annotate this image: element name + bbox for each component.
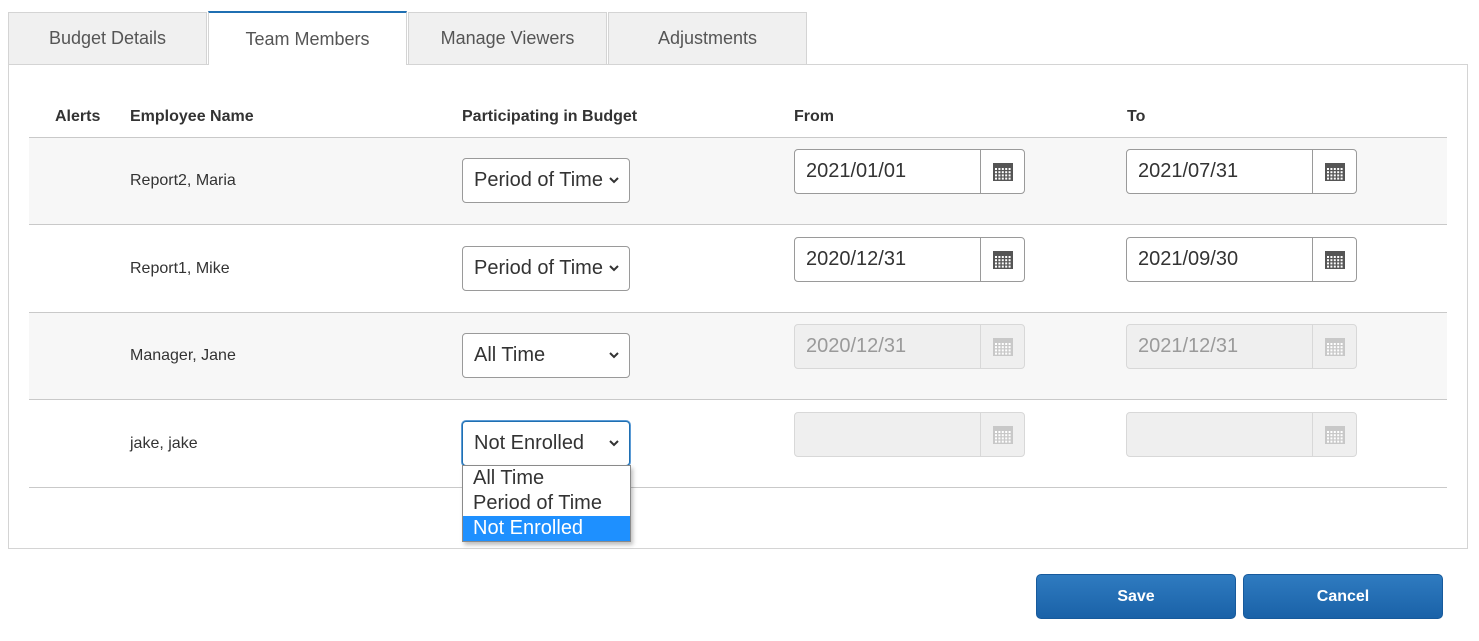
from-date-value: 2020/12/31 xyxy=(806,335,907,357)
from-date-value: 2021/01/01 xyxy=(806,160,907,182)
cancel-button[interactable]: Cancel xyxy=(1243,574,1443,619)
participation-dropdown-list: All Time Period of Time Not Enrolled xyxy=(462,465,631,542)
participation-value: Period of Time xyxy=(474,257,603,279)
tab-adjustments[interactable]: Adjustments xyxy=(608,12,807,64)
chevron-down-icon xyxy=(608,159,620,219)
calendar-icon[interactable] xyxy=(980,150,1024,193)
chevron-down-icon xyxy=(608,247,620,307)
header-employee-name: Employee Name xyxy=(130,108,254,125)
employee-name: Report2, Maria xyxy=(130,172,236,189)
tab-team-members[interactable]: Team Members xyxy=(208,11,407,65)
calendar-icon xyxy=(1312,325,1356,368)
employee-name: Report1, Mike xyxy=(130,260,230,277)
to-date-field[interactable]: 2021/09/30 xyxy=(1126,237,1357,282)
chevron-down-icon xyxy=(608,334,620,394)
to-date-field[interactable]: 2021/07/31 xyxy=(1126,149,1357,194)
employee-name: Manager, Jane xyxy=(130,347,236,364)
from-date-field xyxy=(794,412,1025,457)
participation-value: Not Enrolled xyxy=(474,432,585,454)
header-participating: Participating in Budget xyxy=(462,108,638,125)
option-not-enrolled[interactable]: Not Enrolled xyxy=(463,516,630,541)
to-date-field xyxy=(1126,412,1357,457)
participation-select[interactable]: All Time xyxy=(462,333,630,378)
header-from: From xyxy=(794,108,834,125)
from-date-field: 2020/12/31 xyxy=(794,324,1025,369)
to-date-field: 2021/12/31 xyxy=(1126,324,1357,369)
tab-budget-details[interactable]: Budget Details xyxy=(8,12,207,64)
from-date-value: 2020/12/31 xyxy=(806,248,907,270)
to-date-value: 2021/07/31 xyxy=(1138,160,1239,182)
from-date-field[interactable]: 2021/01/01 xyxy=(794,149,1025,194)
calendar-icon xyxy=(980,413,1024,456)
participation-value: All Time xyxy=(474,344,546,366)
participation-select[interactable]: Period of Time xyxy=(462,158,630,203)
participation-value: Period of Time xyxy=(474,169,603,191)
tab-manage-viewers[interactable]: Manage Viewers xyxy=(408,12,607,64)
calendar-icon xyxy=(1312,413,1356,456)
option-period-of-time[interactable]: Period of Time xyxy=(463,491,630,516)
participation-select[interactable]: Not Enrolled xyxy=(462,421,630,466)
calendar-icon[interactable] xyxy=(1312,150,1356,193)
header-to: To xyxy=(1127,108,1146,125)
from-date-field[interactable]: 2020/12/31 xyxy=(794,237,1025,282)
participation-select[interactable]: Period of Time xyxy=(462,246,630,291)
save-button[interactable]: Save xyxy=(1036,574,1236,619)
header-alerts: Alerts xyxy=(55,108,101,125)
employee-name: jake, jake xyxy=(130,435,198,452)
calendar-icon xyxy=(980,325,1024,368)
calendar-icon[interactable] xyxy=(980,238,1024,281)
option-all-time[interactable]: All Time xyxy=(463,466,630,491)
to-date-value: 2021/12/31 xyxy=(1138,335,1239,357)
table-bottom-border xyxy=(29,487,1447,488)
to-date-value: 2021/09/30 xyxy=(1138,248,1239,270)
calendar-icon[interactable] xyxy=(1312,238,1356,281)
